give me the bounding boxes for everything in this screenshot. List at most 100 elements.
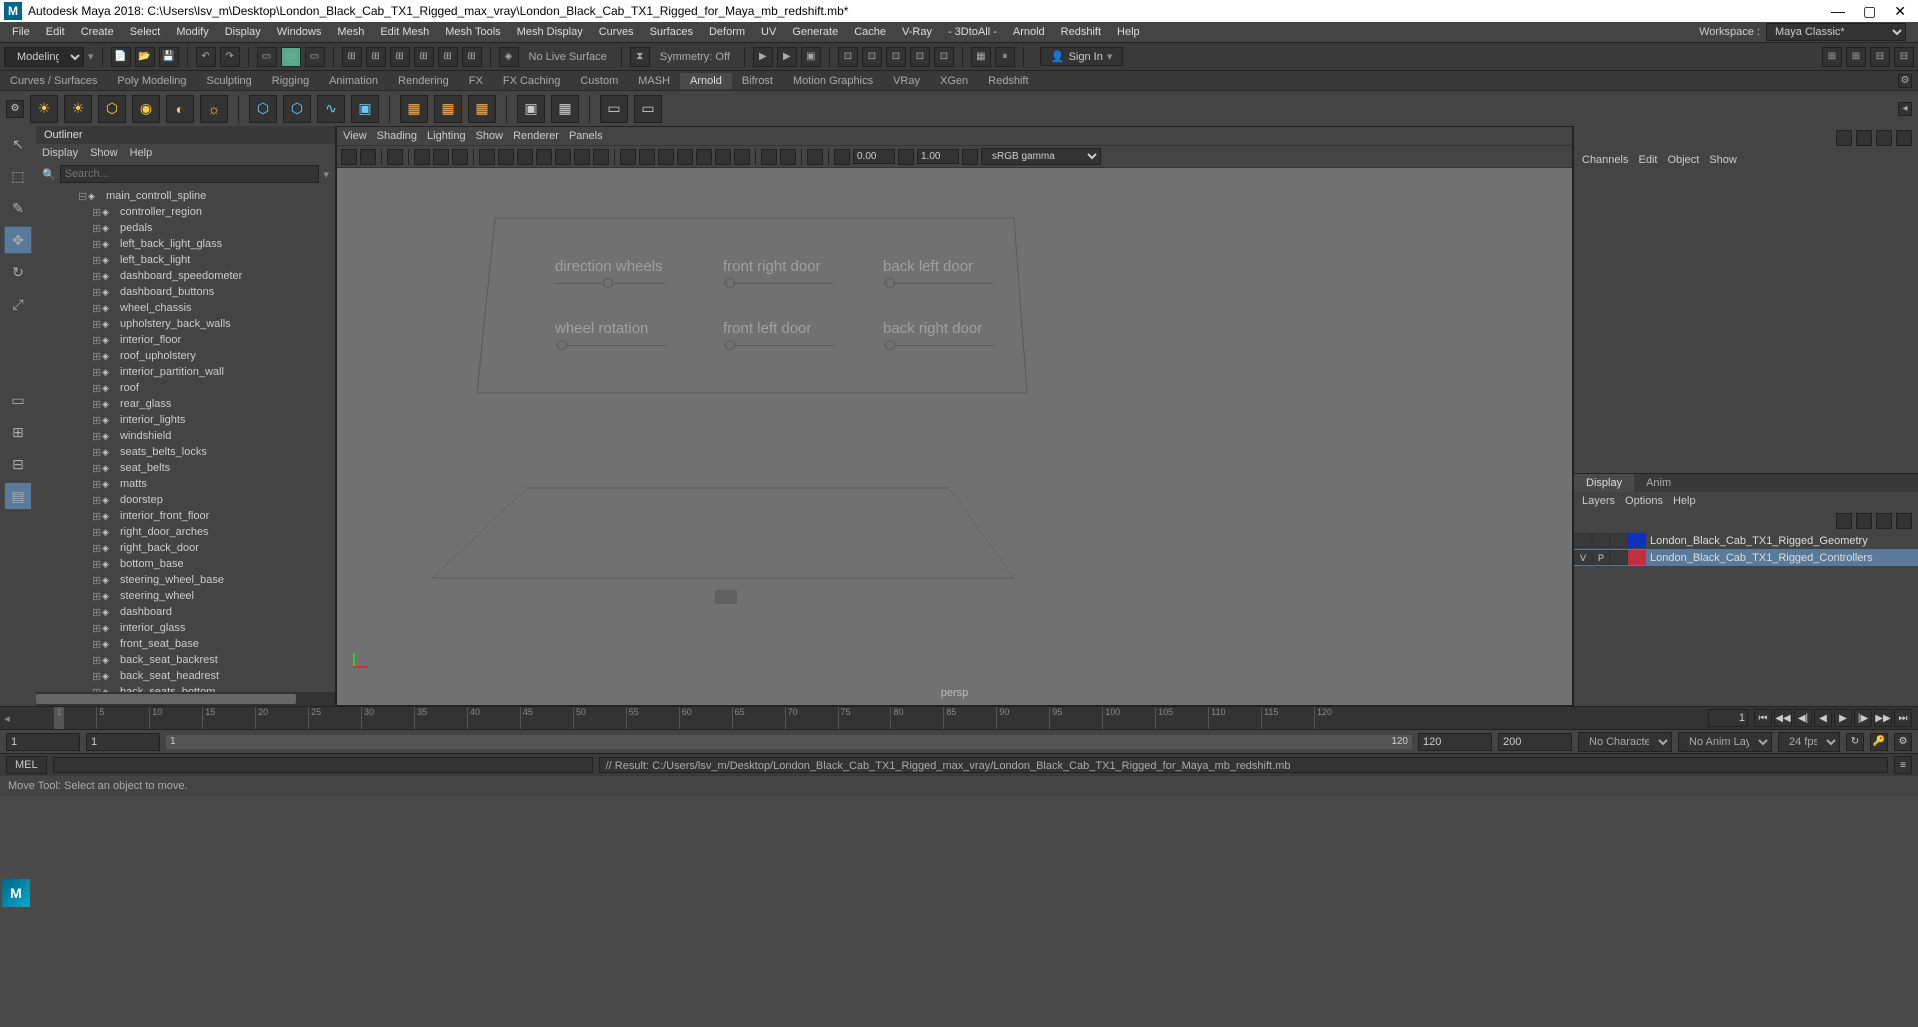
vp-menu-view[interactable]: View [343,130,367,142]
rig-slider-back-left-door[interactable]: back left door [883,258,993,284]
shelf-tab-vray[interactable]: VRay [883,73,930,89]
tree-item[interactable]: ⊞◈left_back_light_glass [36,236,335,252]
menu-curves[interactable]: Curves [591,26,642,38]
menu-mesh[interactable]: Mesh [329,26,372,38]
outliner-menu-show[interactable]: Show [90,147,118,159]
lasso-tool[interactable]: ⬚ [4,162,32,190]
shelf-export-standin-icon[interactable]: ⬡ [283,95,311,123]
layout-persp-outliner-icon[interactable]: ▤ [4,482,32,510]
tree-item[interactable]: ⊞◈seat_belts [36,460,335,476]
expand-icon[interactable]: ⊞ [92,606,102,619]
range-end-inner[interactable] [1418,733,1492,751]
shelf-tab-curves-surfaces[interactable]: Curves / Surfaces [0,73,107,89]
shelf-arnold-photometric-icon[interactable]: ◉ [132,95,160,123]
tree-item-root[interactable]: ⊟ ◈ main_controll_spline [36,188,335,204]
expand-icon[interactable]: ⊞ [92,286,102,299]
mode-dropdown[interactable]: Modeling [4,47,84,67]
expand-icon[interactable]: ⊞ [92,430,102,443]
rig-slider-wheel-rotation[interactable]: wheel rotation [555,320,665,346]
menu-edit-mesh[interactable]: Edit Mesh [372,26,437,38]
menu-edit[interactable]: Edit [38,26,73,38]
shelf-render-icon[interactable]: ▣ [517,95,545,123]
outliner-menu-help[interactable]: Help [130,147,153,159]
tree-item[interactable]: ⊞◈seats_belts_locks [36,444,335,460]
search-dropdown-icon[interactable]: ▾ [323,168,329,181]
expand-icon[interactable]: ⊞ [92,510,102,523]
expand-icon[interactable]: ⊞ [92,270,102,283]
layout-four-icon[interactable]: ⊞ [4,418,32,446]
range-start-outer[interactable] [6,733,80,751]
range-start-inner[interactable] [86,733,160,751]
shelf-tab-mash[interactable]: MASH [628,73,680,89]
slider-knob[interactable] [725,278,735,288]
anim-layer-dropdown[interactable]: No Anim Layer [1678,732,1772,752]
goto-start-button[interactable]: ⏮ [1754,709,1772,727]
tree-item[interactable]: ⊞◈interior_glass [36,620,335,636]
layer-playback-toggle[interactable]: P [1592,550,1610,565]
menu--dtoall-[interactable]: - 3DtoAll - [940,26,1005,38]
shelf-tab-redshift[interactable]: Redshift [978,73,1038,89]
tree-item[interactable]: ⊞◈roof [36,380,335,396]
slider-track[interactable] [555,283,665,284]
expand-icon[interactable]: ⊞ [92,526,102,539]
tree-item[interactable]: ⊞◈rear_glass [36,396,335,412]
outliner-tree[interactable]: ⊟ ◈ main_controll_spline ⊞◈controller_re… [36,186,335,692]
slider-knob[interactable] [885,340,895,350]
slider-track[interactable] [723,283,833,284]
slider-knob[interactable] [885,278,895,288]
layer-color-swatch[interactable] [1628,533,1646,548]
shelf-arnold-ipr-icon[interactable]: ▭ [634,95,662,123]
undo-icon[interactable]: ↶ [196,47,216,67]
slider-knob[interactable] [603,278,613,288]
script-lang-label[interactable]: MEL [6,756,47,774]
tree-item[interactable]: ⊞◈matts [36,476,335,492]
menu-mesh-tools[interactable]: Mesh Tools [437,26,508,38]
tree-item[interactable]: ⊞◈pedals [36,220,335,236]
tree-item[interactable]: ⊞◈steering_wheel_base [36,572,335,588]
menu-uv[interactable]: UV [753,26,784,38]
snap-point-icon[interactable]: ⊞ [390,47,410,67]
shelf-render-settings-icon[interactable]: ▦ [551,95,579,123]
tree-item[interactable]: ⊞◈interior_lights [36,412,335,428]
menu-create[interactable]: Create [73,26,122,38]
outliner-search-input[interactable] [60,165,320,183]
shelf-tab-arnold[interactable]: Arnold [680,73,732,89]
menu-deform[interactable]: Deform [701,26,753,38]
shelf-tab-custom[interactable]: Custom [570,73,628,89]
expand-icon[interactable]: ⊞ [92,222,102,235]
shelf-tx-manager-icon[interactable]: ▦ [434,95,462,123]
snap-curve-icon[interactable]: ⊞ [366,47,386,67]
expand-icon[interactable]: ⊞ [92,366,102,379]
layer-playback-toggle[interactable] [1592,533,1610,548]
tree-item[interactable]: ⊞◈right_back_door [36,540,335,556]
select-by-type-icon[interactable]: ▭ [281,47,301,67]
command-input[interactable] [53,757,593,773]
ipr-icon[interactable]: ▶ [753,47,773,67]
tree-item[interactable]: ⊞◈controller_region [36,204,335,220]
tree-item[interactable]: ⊞◈back_seat_headrest [36,668,335,684]
expand-icon[interactable]: ⊞ [92,254,102,267]
tree-item[interactable]: ⊞◈back_seats_bottom [36,684,335,692]
expand-icon[interactable]: ⊞ [92,446,102,459]
tree-item[interactable]: ⊞◈wheel_chassis [36,300,335,316]
tree-item[interactable]: ⊞◈windshield [36,428,335,444]
layer-display-type[interactable] [1610,533,1628,548]
shelf-arnold-physical-sky-icon[interactable]: ☼ [200,95,228,123]
menu-display[interactable]: Display [217,26,269,38]
shelf-arnold-area-light-icon[interactable]: ☀ [30,95,58,123]
prefs-icon[interactable]: ⚙ [1894,733,1912,751]
snap-grid-icon[interactable]: ⊞ [342,47,362,67]
vp-menu-panels[interactable]: Panels [569,130,603,142]
menu-v-ray[interactable]: V-Ray [894,26,940,38]
step-forward-button[interactable]: |▶ [1854,709,1872,727]
vp-grease-pencil-icon[interactable] [452,149,468,165]
scrollbar-thumb[interactable] [36,694,296,704]
tree-item[interactable]: ⊞◈dashboard_speedometer [36,268,335,284]
shelf-gear-icon[interactable]: ⚙ [1898,74,1912,88]
vp-2d-pan-icon[interactable] [433,149,449,165]
signin-button[interactable]: 👤 Sign In ▾ [1040,47,1123,66]
layer-row[interactable]: London_Black_Cab_TX1_Rigged_Geometry [1574,532,1918,549]
vp-gamma-icon[interactable] [898,149,914,165]
menu-help[interactable]: Help [1109,26,1148,38]
layers-tab-anim[interactable]: Anim [1634,474,1683,492]
